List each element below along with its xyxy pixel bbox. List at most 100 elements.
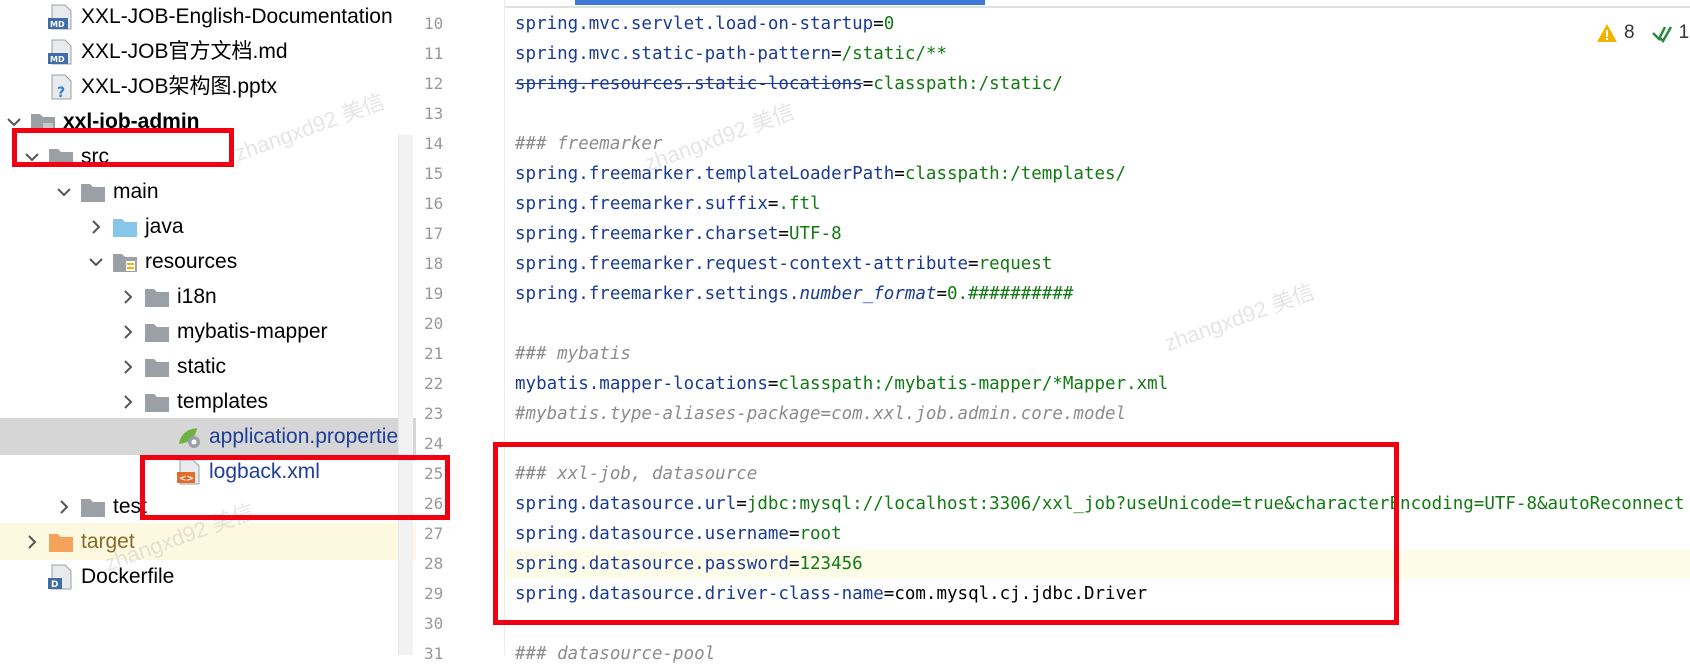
property-separator: = [968,254,979,274]
tree-item[interactable]: <> logback.xml [0,453,416,490]
line-number: 12 [424,74,444,93]
line-number: 27 [424,524,444,543]
chevron-right-icon[interactable] [114,388,142,416]
tree-item[interactable]: test [0,488,416,525]
tree-item-label: target [81,530,135,553]
code-line[interactable]: spring.resources.static-locations=classp… [505,69,1690,99]
code-comment: #mybatis.type-aliases-package=com.xxl.jo… [515,404,1127,424]
property-key: spring.freemarker.suffix [515,194,768,214]
code-line[interactable] [505,309,1690,339]
tree-item[interactable]: java [0,208,416,245]
unknown-file-icon: ? [46,72,76,102]
folder-icon [78,492,108,522]
chevron-right-icon[interactable] [114,353,142,381]
code-line[interactable]: spring.freemarker.settings.number_format… [505,279,1690,309]
tree-item[interactable]: MD XXL-JOB官方文档.md [0,33,416,70]
svg-text:D: D [51,580,58,590]
code-line[interactable]: spring.mvc.static-path-pattern=/static/*… [505,39,1690,69]
tree-item-label: templates [177,390,269,413]
tree-item[interactable]: resources [0,243,416,280]
resources-folder-icon [110,247,140,277]
chevron-down-icon[interactable] [18,143,46,171]
property-value: classpath:/templates/ [904,164,1127,184]
active-tab-indicator[interactable] [575,0,985,5]
folder-icon [142,352,172,382]
tree-item-label: static [177,355,227,378]
code-line[interactable]: spring.freemarker.templateLoaderPath=cla… [505,159,1690,189]
excluded-folder-icon [46,527,76,557]
property-value: .ftl [778,194,821,214]
code-line[interactable]: spring.datasource.username=root [505,519,1690,549]
tree-item[interactable]: MD XXL-JOB-English-Documentation [0,0,416,35]
property-value: UTF-8 [788,224,842,244]
property-separator: = [894,164,905,184]
property-value: 123456 [799,554,863,574]
line-number: 23 [424,404,444,423]
property-separator: = [788,524,800,544]
code-line[interactable] [505,609,1690,639]
code-line[interactable]: mybatis.mapper-locations=classpath:/myba… [505,369,1690,399]
code-line[interactable] [505,429,1690,459]
chevron-down-icon[interactable] [50,178,78,206]
tree-item[interactable]: ? XXL-JOB架构图.pptx [0,68,416,105]
markdown-file-icon: MD [46,2,76,32]
line-number: 24 [424,434,444,453]
tree-item-label: main [113,180,159,203]
code-line[interactable]: ### datasource-pool [505,639,1690,669]
tree-item[interactable]: mybatis-mapper [0,313,416,350]
code-comment: ### xxl-job, datasource [515,464,758,484]
line-number: 21 [424,344,444,363]
tree-item[interactable]: D Dockerfile [0,558,416,595]
chevron-right-icon[interactable] [114,283,142,311]
line-number: 30 [424,614,444,633]
inspection-widget[interactable]: 8 1 [1596,22,1689,44]
code-line[interactable]: spring.datasource.driver-class-name=com.… [505,579,1690,609]
chevron-right-icon[interactable] [114,318,142,346]
property-separator: = [862,74,874,94]
tree-item[interactable]: application.properties [0,418,416,455]
chevron-right-icon[interactable] [18,528,46,556]
tree-scrollbar[interactable] [398,135,413,655]
line-number: 20 [424,314,444,333]
folder-icon [142,387,172,417]
tree-item[interactable]: src [0,138,416,175]
chevron-down-icon[interactable] [82,248,110,276]
code-line[interactable]: spring.datasource.url=jdbc:mysql://local… [505,489,1690,519]
code-line[interactable]: #mybatis.type-aliases-package=com.xxl.jo… [505,399,1690,429]
folder-icon [78,177,108,207]
project-tree[interactable]: MD XXL-JOB-English-Documentation MD XXL-JOB… [0,0,416,655]
code-line[interactable]: spring.mvc.servlet.load-on-startup=0 [505,9,1690,39]
line-number: 13 [424,104,444,123]
chevron-right-icon[interactable] [82,213,110,241]
xml-file-icon: <> [174,457,204,487]
tree-item[interactable]: main [0,173,416,210]
tree-item[interactable]: i18n [0,278,416,315]
tree-item[interactable]: static [0,348,416,385]
property-key: spring.datasource.url [515,494,737,514]
warning-count: 8 [1624,22,1635,43]
code-line[interactable]: ### xxl-job, datasource [505,459,1690,489]
property-value: com.mysql.cj.jdbc.Driver [894,584,1148,604]
property-key: spring.resources.static-locations [515,74,863,94]
code-line[interactable]: spring.datasource.password=123456 [505,549,1690,579]
code-line[interactable] [505,99,1690,129]
chevron-down-icon[interactable] [0,108,28,136]
code-line[interactable]: spring.freemarker.request-context-attrib… [505,249,1690,279]
code-line[interactable]: spring.freemarker.suffix=.ftl [505,189,1690,219]
tree-item[interactable]: xxl-job-admin [0,103,416,140]
code-line[interactable]: ### freemarker [505,129,1690,159]
tree-item[interactable]: target [0,523,416,560]
code-line[interactable]: ### mybatis [505,339,1690,369]
warning-icon [1597,24,1617,42]
tree-item-label: application.properties [209,425,409,448]
tree-item[interactable]: templates [0,383,416,420]
chevron-right-icon[interactable] [50,493,78,521]
property-key: spring.datasource.username [515,524,789,544]
property-key: mybatis.mapper-locations [515,374,768,394]
code-line[interactable]: spring.freemarker.charset=UTF-8 [505,219,1690,249]
line-number: 18 [424,254,444,273]
check-icon [1651,26,1672,44]
